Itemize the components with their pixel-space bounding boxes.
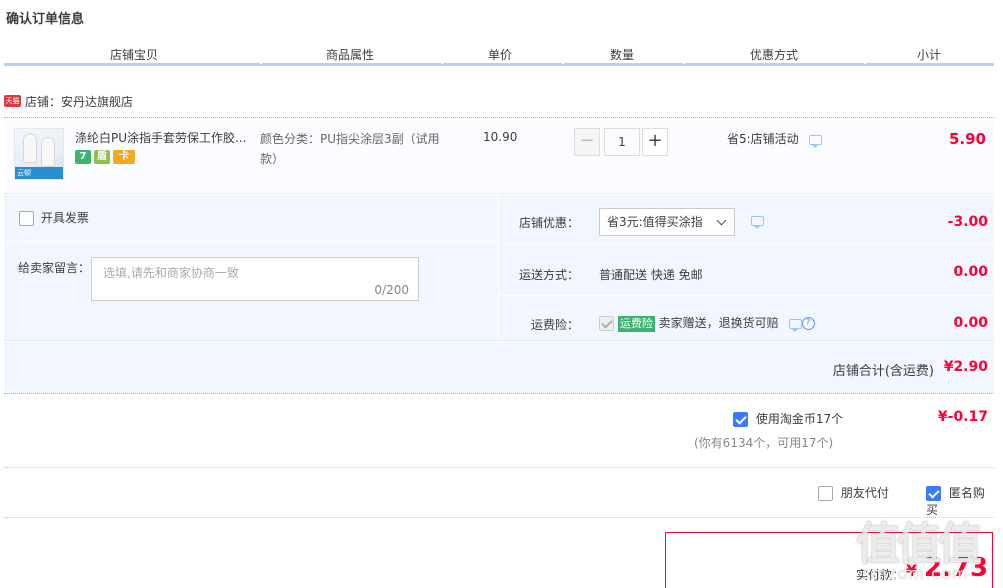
shipping-insurance-info: 运费险 卖家赠送，退换货可赔 ? [599, 314, 815, 332]
shipping-value: 普通配送 快递 免邮 [599, 268, 703, 282]
divider [4, 241, 498, 242]
column-divider [562, 63, 564, 64]
unit-price: 10.90 [483, 130, 518, 144]
friend-pay-checkbox[interactable] [818, 486, 833, 501]
payment-amount: 2.73 [924, 553, 989, 583]
shield-icon[interactable]: 盾 [94, 150, 110, 164]
friend-pay-option[interactable]: 朋友代付 [818, 484, 889, 501]
column-divider [441, 63, 443, 64]
shipping-insurance-checkbox [599, 316, 614, 331]
payment-summary-box: 实付款： ¥ 2.73 [665, 532, 993, 588]
shipping-row: 运送方式： 普通配送 快递 免邮 0.00 [499, 246, 995, 296]
shipping-insurance-tag: 运费险 [617, 315, 655, 332]
seller-message-placeholder: 选填,请先和商家协商一致 [103, 266, 239, 280]
shipping-label: 运送方式： [518, 268, 579, 282]
column-divider [864, 63, 866, 64]
use-coins-label: 使用淘金币17个 [755, 412, 844, 426]
chevron-down-icon [716, 215, 727, 226]
shipping-amount: 0.00 [953, 264, 988, 280]
payment-label: 实付款： [856, 568, 905, 582]
column-header-item: 店铺宝贝 [109, 48, 158, 62]
shipping-insurance-amount: 0.00 [953, 315, 988, 331]
purchase-options-row: 朋友代付 匿名购买 [4, 476, 994, 518]
column-header-attributes: 商品属性 [325, 48, 374, 62]
taobao-coins-row: 使用淘金币17个 (你有6134个，可用17个) ¥-0.17 [4, 400, 994, 468]
service-badges: 7盾卡 [75, 150, 138, 164]
column-divider [260, 63, 262, 64]
shop-name-link[interactable]: 店铺：安丹达旗舰店 [25, 93, 133, 110]
shop-coupon-amount: -3.00 [947, 214, 988, 230]
promotion-info: 省5:店铺活动 [727, 130, 822, 148]
quantity-increase-button[interactable]: + [642, 128, 668, 156]
page-title: 确认订单信息 [6, 12, 85, 27]
shop-coupon-label: 店铺优惠： [518, 216, 579, 230]
message-icon[interactable] [808, 134, 822, 148]
shop-total-row: 店铺合计(含运费) ¥2.90 [4, 342, 994, 394]
item-subtotal: 5.90 [948, 130, 986, 148]
product-title-link[interactable]: 涤纶白PU涂指手套劳保工作胶... [75, 129, 250, 146]
seven-day-return-icon[interactable]: 7 [75, 150, 91, 164]
quantity-input[interactable]: 1 [604, 128, 640, 156]
shop-coupon-value: 省3元:值得买涂指 [607, 215, 703, 229]
quantity-decrease-button[interactable]: − [574, 128, 600, 156]
shop-total-label: 店铺合计(含运费) [832, 364, 934, 379]
seller-message-textarea[interactable]: 选填,请先和商家协商一致 0/200 [91, 257, 419, 301]
glove-shape [23, 133, 37, 163]
tmall-icon: 天猫 [4, 95, 21, 107]
product-thumbnail[interactable]: 云顿 [14, 128, 64, 180]
promotion-label: 省5:店铺活动 [727, 132, 799, 146]
message-icon[interactable] [751, 216, 764, 229]
column-headers: 店铺宝贝 商品属性 单价 数量 优惠方式 小计 [4, 44, 994, 66]
shop-coupon-row: 店铺优惠： 省3元:值得买涂指 -3.00 [499, 195, 995, 245]
anonymous-purchase-option[interactable]: 匿名购买 [926, 484, 994, 518]
invoice-label: 开具发票 [40, 211, 89, 225]
shop-coupon-select[interactable]: 省3元:值得买涂指 [599, 208, 735, 236]
order-item-row: 云顿 涤纶白PU涂指手套劳保工作胶... 7盾卡 颜色分类：PU指尖涂层3副（试… [4, 120, 994, 194]
friend-pay-label: 朋友代付 [840, 486, 889, 500]
use-coins-option[interactable]: 使用淘金币17个 [733, 410, 843, 427]
help-icon[interactable]: ? [801, 317, 815, 330]
shipping-insurance-row: 运费险： 运费险 卖家赠送，退换货可赔 ? 0.00 [499, 297, 995, 341]
glove-shape [41, 137, 55, 167]
coins-balance-note: (你有6134个，可用17个) [694, 436, 834, 450]
thumbnail-band: 云顿 [15, 167, 63, 179]
seller-message-label: 给卖家留言： [18, 261, 91, 275]
product-attributes: 颜色分类：PU指尖涂层3副（试用款） [260, 132, 440, 166]
message-icon[interactable] [788, 318, 802, 332]
column-header-price: 单价 [487, 48, 512, 62]
shop-header: 天猫 店铺：安丹达旗舰店 [4, 90, 994, 118]
order-extras-left: 开具发票 给卖家留言： 选填,请先和商家协商一致 0/200 [4, 195, 498, 341]
credit-card-icon[interactable]: 卡 [113, 150, 135, 164]
thumbnail-brand: 云顿 [17, 169, 31, 177]
payment-currency: ¥ [906, 561, 918, 580]
seller-message-counter: 0/200 [374, 283, 409, 297]
shop-total-value: ¥2.90 [943, 359, 988, 375]
shipping-insurance-text: 卖家赠送，退换货可赔 [658, 316, 779, 330]
order-extras-right: 店铺优惠： 省3元:值得买涂指 -3.00 运送方式： 普通配送 快递 免邮 0… [498, 195, 995, 341]
column-header-subtotal: 小计 [916, 48, 941, 62]
use-coins-checkbox[interactable] [733, 412, 748, 427]
column-header-discount: 优惠方式 [749, 48, 798, 62]
column-divider [683, 63, 685, 64]
invoice-checkbox[interactable] [19, 211, 34, 226]
anonymous-purchase-checkbox[interactable] [926, 486, 941, 501]
invoice-option[interactable]: 开具发票 [19, 209, 89, 226]
coins-discount-amount: ¥-0.17 [937, 409, 988, 425]
column-header-quantity: 数量 [609, 48, 634, 62]
shipping-insurance-label: 运费险： [530, 318, 579, 332]
